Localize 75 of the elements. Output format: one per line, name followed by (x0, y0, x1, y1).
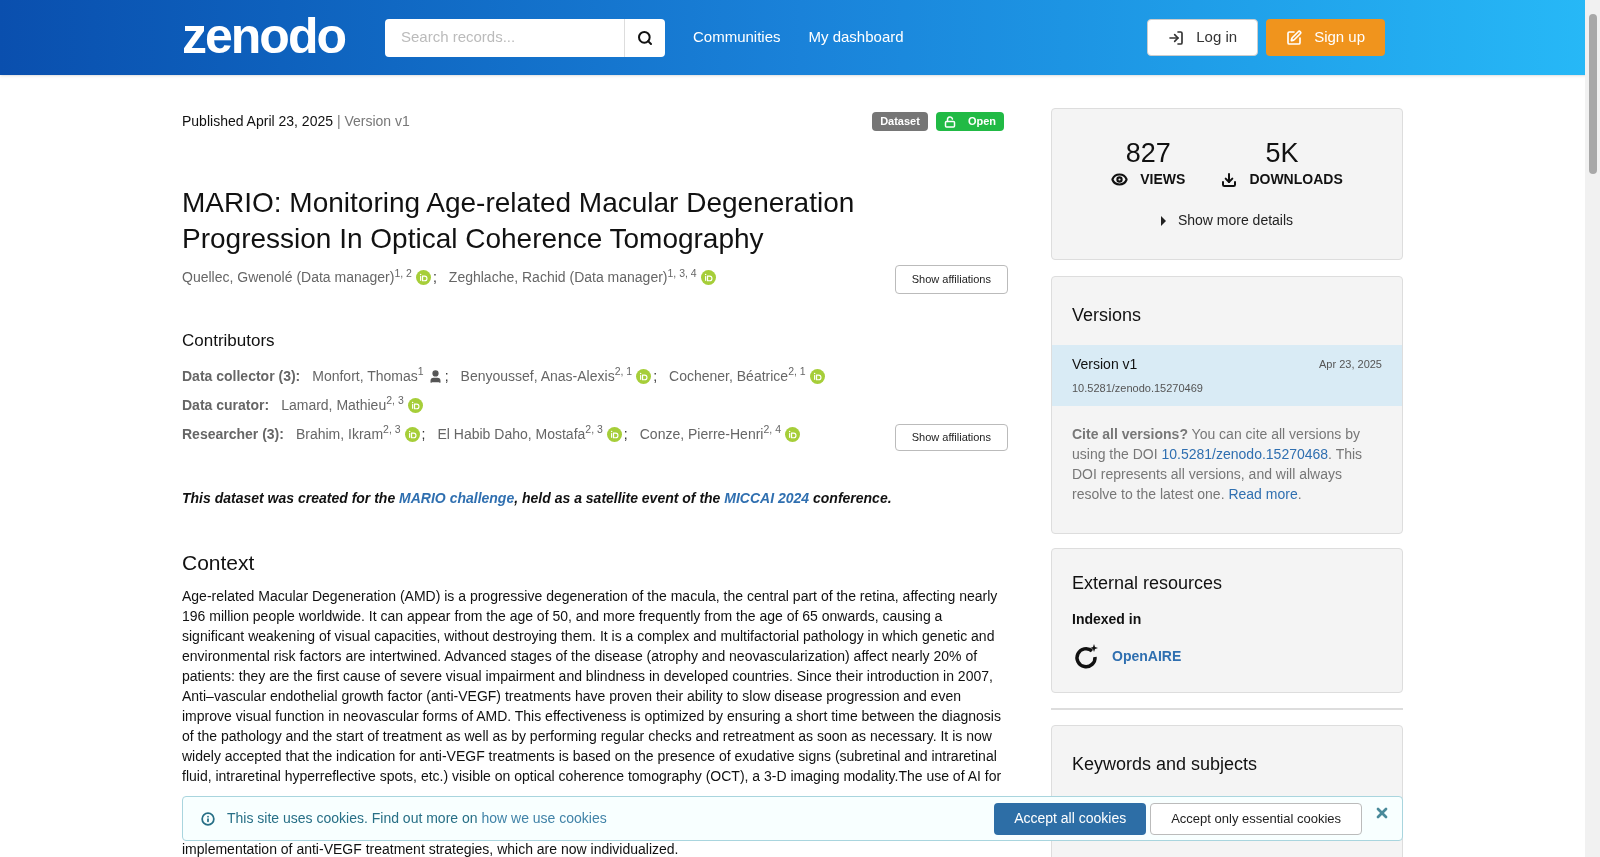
openaire-logo-icon (1072, 642, 1100, 670)
login-button[interactable]: Log in (1147, 19, 1259, 56)
unlock-icon (943, 115, 956, 128)
version-date: Apr 23, 2025 (1319, 357, 1382, 373)
accept-essential-cookies-button[interactable]: Accept only essential cookies (1150, 802, 1362, 835)
accept-all-cookies-button[interactable]: Accept all cookies (994, 802, 1147, 835)
stat-label: DOWNLOADS (1249, 170, 1343, 189)
orcid-icon[interactable] (809, 368, 825, 384)
person-name[interactable]: Conze, Pierre-Henri$^{2, 4}$ (639, 423, 781, 445)
section-heading: Context (182, 549, 256, 576)
separator: ; (444, 366, 449, 386)
caret-icon (1160, 215, 1166, 226)
stat-value: 5K (1265, 139, 1299, 167)
person-name[interactable]: Lamard, Mathieu$^{2, 3}$ (281, 394, 404, 416)
person-icon (427, 368, 443, 384)
card-heading: Versions (1071, 304, 1143, 327)
scrollbar[interactable] (1585, 0, 1600, 857)
text-link[interactable]: Read more (1228, 485, 1298, 502)
separator: ; (623, 424, 628, 444)
record-badge: Dataset (872, 112, 928, 131)
context-paragraph: implementation of anti-VEGF treatment strategies, which are now individualized. (182, 842, 680, 856)
person-name[interactable]: El Habib Daho, Mostafa$^{2, 3}$ (437, 423, 603, 445)
card-heading: Keywords and subjects (1072, 753, 1259, 776)
orcid-icon[interactable] (407, 397, 423, 413)
version-name: Version v1 (1072, 355, 1138, 374)
record-badge: Open (935, 112, 1004, 131)
cite-text: Cite all versions? You can cite all versions by using the DOI 10.5281/zenodo.15270468. This DOI represents all versions, and will always resolve to the latest one. Read more. (1071, 424, 1364, 504)
version-label: | Version v1 (336, 113, 410, 129)
separator: ; (421, 424, 426, 444)
role-label: Data collector (3): (182, 366, 301, 386)
openaire-link[interactable]: OpenAIRE (1112, 645, 1182, 667)
search-button[interactable] (624, 18, 665, 57)
search-field[interactable]: Search records... (385, 18, 624, 57)
edit-icon (1286, 29, 1303, 46)
card-heading: External resources (1072, 572, 1224, 595)
person-name[interactable]: Zeghlache, Rachid (Data manager)$^{1, 3, 4}$ (448, 267, 697, 288)
orcid-icon[interactable] (784, 426, 800, 442)
info-icon (201, 811, 215, 826)
dataset-note: This dataset was created for the MARIO challenge, held as a satellite event of the MICCAI 2024 conference. (182, 488, 893, 508)
person-name[interactable]: Quellec, Gwenolé (Data manager)$^{1, 2}$ (182, 267, 412, 288)
nav-link[interactable]: My dashboard (808, 26, 904, 49)
version-doi: 10.5281/zenodo.15270469 (1072, 381, 1204, 396)
cookies-link[interactable]: how we use cookies (481, 810, 607, 826)
stat-value: 827 (1125, 139, 1171, 167)
separator: ; (432, 268, 437, 287)
context-paragraph: Age-related Macular Degeneration (AMD) is a progressive degeneration of the macula, the central part of the retina, affecting nearly 196 million people worldwide. It can appear from the age of 50, and more frequently from the age of 65 onwards, causing a significant weakening of visual capacities, without destroying them. It is a complex and multifactorial pathology in which genetic and environmental risk factors are intertwined. Advanced stages of the disease (atrophy and neovascularization) affect nearly 20% of patients: they are the first cause of severe visual impairment and blindness in developed countries. Since their introduction in 2007, Anti–vascular endothelial growth factor (anti-VEGF) treatments have proven their ability to slow disease progression and even improve visual function in neovascular forms of AMD. This effectiveness is optimized by ensuring a short time between the diagnosis of the pathology and the start of treatment as well as by performing regular checks and retreatment as soon as necessary. It is now widely accepted that the indication for anti-VEGF treatments is based on the presence of exudative signs (subretinal and intraretinal fluid, intraretinal hyperreflective spots, etc.) visible on optical coherence tomography (OCT), a 3-D imaging modality.The use of AI for (182, 587, 1003, 786)
person-name[interactable]: Brahim, Ikram$^{2, 3}$ (295, 423, 401, 445)
version-item[interactable]: Version v1 Apr 23, 2025 10.5281/zenodo.15270469 (1052, 345, 1402, 406)
orcid-icon[interactable] (606, 426, 622, 442)
text-link[interactable]: MICCAI 2024 (724, 489, 810, 506)
stat-label: VIEWS (1140, 170, 1186, 189)
section-heading: Contributors (182, 330, 276, 352)
cookie-message: This site uses cookies. Find out more on how we use cookies (227, 809, 607, 828)
download-icon (1221, 171, 1238, 188)
orcid-icon[interactable] (415, 270, 431, 285)
logo[interactable]: zenodo (182, 10, 345, 61)
person-name[interactable]: Monfort, Thomas$^{1}$ (312, 365, 424, 387)
published-date: Published April 23, 2025 (182, 113, 333, 129)
nav-link[interactable]: Communities (693, 26, 781, 49)
person-name[interactable]: Benyoussef, Anas-Alexis$^{2, 1}$ (460, 365, 633, 387)
record-title: MARIO: Monitoring Age-related Macular Degeneration Progression In Optical Coherence Tomography (182, 186, 856, 256)
orcid-icon[interactable] (636, 368, 652, 384)
search-icon (637, 29, 653, 46)
role-label: Data curator: (182, 395, 270, 415)
eye-icon (1111, 171, 1129, 188)
separator: ; (653, 366, 658, 386)
show-more-details-toggle[interactable]: Show more details (1160, 210, 1294, 231)
login-icon (1168, 29, 1185, 46)
show-affiliations-button[interactable]: Show affiliations (894, 423, 1008, 451)
indexed-label: Indexed in (1072, 610, 1143, 629)
orcid-icon[interactable] (700, 270, 716, 285)
show-affiliations-button[interactable]: Show affiliations (894, 265, 1008, 294)
person-name[interactable]: Cochener, Béatrice$^{2, 1}$ (669, 365, 806, 387)
orcid-icon[interactable] (404, 426, 420, 442)
role-label: Researcher (3): (182, 424, 284, 444)
